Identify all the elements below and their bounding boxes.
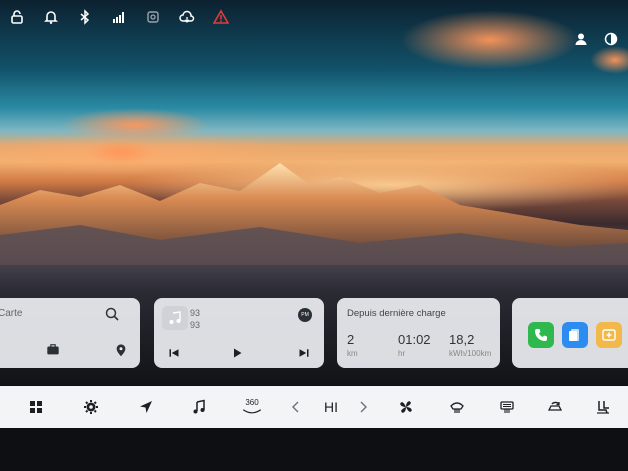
navigation-icon (140, 401, 152, 413)
source-badge[interactable]: PM (298, 308, 312, 322)
fan-icon (400, 401, 412, 413)
chevron-left-icon (292, 401, 299, 413)
warning-icon[interactable] (212, 8, 230, 26)
defrost-front-button[interactable] (446, 396, 468, 418)
recirculation-icon (547, 401, 563, 411)
briefcase-icon[interactable] (46, 342, 62, 358)
track-artist: 93 (190, 320, 201, 330)
music-button[interactable] (188, 396, 210, 418)
phone-app-button[interactable] (528, 322, 554, 348)
screen-bezel (0, 428, 628, 471)
bell-icon[interactable] (42, 8, 60, 26)
temp-increase-button[interactable] (352, 396, 374, 418)
defrost-rear-icon (500, 401, 514, 413)
document-icon (569, 329, 579, 341)
add-icon (602, 329, 616, 341)
seat-button[interactable] (592, 396, 614, 418)
status-bar (0, 0, 628, 46)
previous-track-button[interactable] (168, 344, 182, 358)
track-title: 93 (190, 308, 201, 318)
next-track-button[interactable] (298, 344, 312, 358)
distance-unit: km (347, 349, 358, 358)
consumption-value: 18,2 (449, 332, 475, 347)
lock-open-icon[interactable] (8, 8, 26, 26)
temperature-display[interactable]: HI (320, 396, 342, 418)
apps-widget (512, 298, 628, 368)
skip-next-icon (299, 349, 309, 357)
map-label: Carte (0, 308, 23, 319)
defrost-rear-button[interactable] (496, 396, 518, 418)
signal-4g-icon (110, 8, 128, 26)
settings-icon (84, 400, 98, 414)
cloud (590, 46, 628, 74)
temp-decrease-button[interactable] (285, 396, 307, 418)
theme-icon[interactable] (602, 30, 620, 48)
camera-360-button[interactable]: 360 (240, 396, 264, 418)
navigation-button[interactable] (135, 396, 157, 418)
play-button[interactable] (231, 344, 245, 358)
seat-icon (597, 401, 609, 414)
camera-360-label: 360 (245, 398, 259, 407)
cloud-sync-icon[interactable] (178, 8, 196, 26)
user-icon[interactable] (572, 30, 590, 48)
camera-360-icon (242, 409, 262, 414)
bottom-dock: 360 HI (0, 386, 628, 428)
music-note-icon (169, 311, 181, 324)
settings-button[interactable] (80, 396, 102, 418)
map-widget[interactable]: Carte (0, 298, 140, 368)
duration-unit: hr (398, 349, 406, 358)
apps-grid-icon (30, 401, 42, 413)
camera-off-icon (144, 8, 162, 26)
search-icon[interactable] (104, 306, 122, 324)
skip-previous-icon (169, 349, 179, 357)
phone-icon (535, 329, 547, 341)
cloud (60, 108, 210, 142)
distance-value: 2 (347, 332, 355, 347)
play-icon (234, 348, 242, 358)
recirculation-button[interactable] (544, 396, 566, 418)
music-widget[interactable]: 93 93 PM (154, 298, 324, 368)
fan-button[interactable] (395, 396, 417, 418)
charge-title: Depuis dernière charge (347, 308, 446, 319)
location-pin-icon[interactable] (114, 342, 130, 358)
files-app-button[interactable] (562, 322, 588, 348)
chevron-right-icon (360, 401, 367, 413)
defrost-front-icon (450, 402, 464, 413)
duration-value: 01:02 (398, 332, 431, 347)
music-note-icon (193, 399, 205, 414)
consumption-unit: kWh/100km (449, 349, 492, 358)
bluetooth-icon[interactable] (76, 8, 94, 26)
add-app-button[interactable] (596, 322, 622, 348)
mountain-range (0, 163, 628, 265)
apps-grid-button[interactable] (25, 396, 47, 418)
charge-widget[interactable]: Depuis dernière charge 2 km 01:02 hr 18,… (337, 298, 500, 368)
album-art (162, 306, 188, 330)
